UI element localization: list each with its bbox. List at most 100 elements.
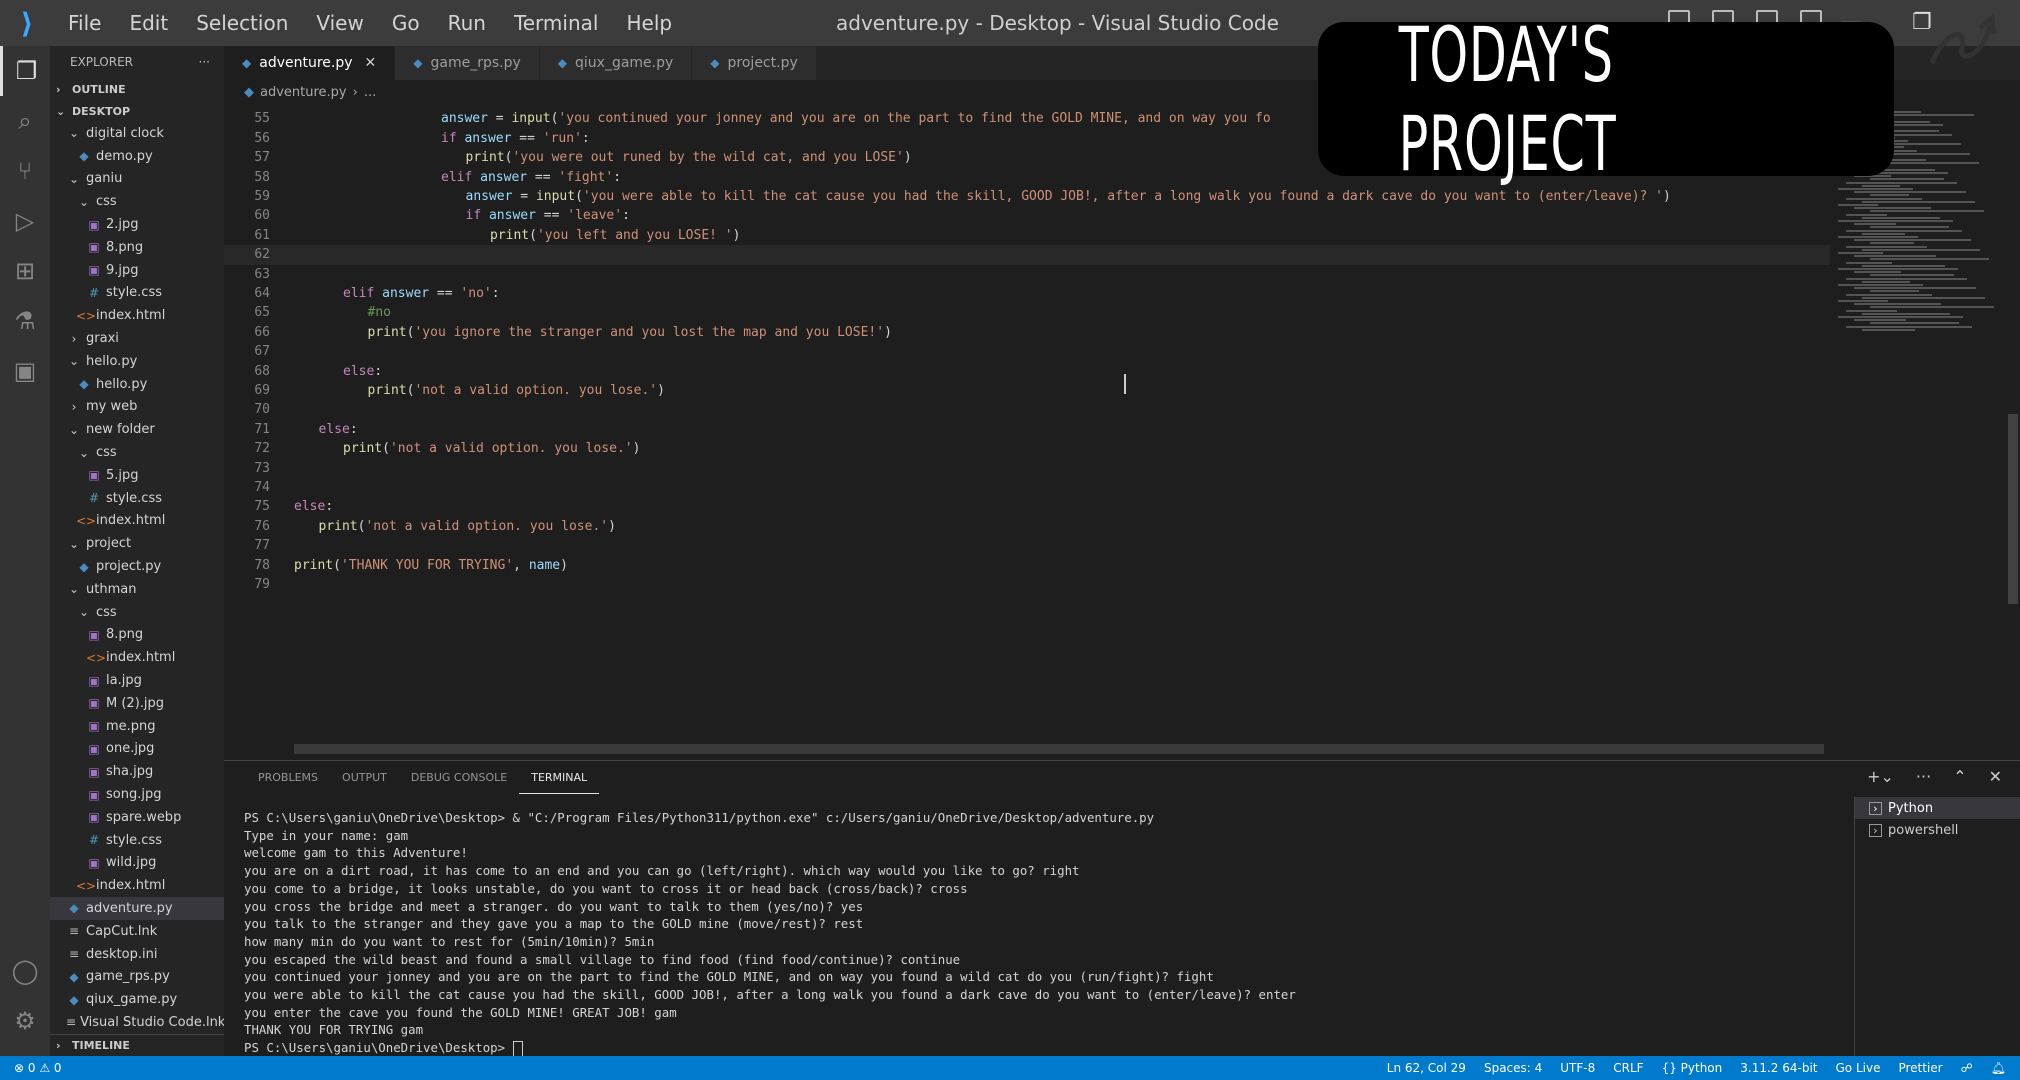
- search-icon[interactable]: ⌕: [0, 96, 50, 146]
- terminal-instance-python[interactable]: › Python: [1855, 797, 2020, 819]
- account-icon[interactable]: ◯: [0, 946, 50, 996]
- tree-item-sha-jpg[interactable]: ▣ sha.jpg: [50, 760, 224, 783]
- tree-item-visual-studio-code-lnk[interactable]: ≡ Visual Studio Code.lnk: [50, 1011, 225, 1034]
- tree-item-style-css[interactable]: # style.css: [50, 487, 224, 510]
- panel-tab-output[interactable]: OUTPUT: [330, 761, 399, 795]
- extensions-icon[interactable]: ⊞: [0, 246, 50, 296]
- menu-item-edit[interactable]: Edit: [115, 0, 182, 46]
- tree-item-ganiu[interactable]: ⌄ ganiu: [50, 168, 224, 191]
- outline-section[interactable]: › OUTLINE: [50, 78, 224, 100]
- tree-item-qiux-game-py[interactable]: ◆ qiux_game.py: [50, 988, 224, 1011]
- menu-item-selection[interactable]: Selection: [182, 0, 302, 46]
- tree-item-adventure-py[interactable]: ◆ adventure.py: [50, 897, 224, 920]
- tree-item-9-jpg[interactable]: ▣ 9.jpg: [50, 259, 224, 282]
- tab-game_rps-py[interactable]: ◆ game_rps.py: [395, 46, 540, 80]
- tree-item-spare-webp[interactable]: ▣ spare.webp: [50, 806, 224, 829]
- more-actions-icon[interactable]: ···: [199, 55, 210, 69]
- source-control-icon[interactable]: ⑂: [0, 146, 50, 196]
- status-item--python[interactable]: {} Python: [1662, 1056, 1723, 1080]
- feedback-icon[interactable]: ☍: [1961, 1056, 1973, 1080]
- menu-item-run[interactable]: Run: [434, 0, 500, 46]
- tree-item-game-rps-py[interactable]: ◆ game_rps.py: [50, 965, 224, 988]
- tab-project-py[interactable]: ◆ project.py: [692, 46, 817, 80]
- new-terminal-icon[interactable]: +⌄: [1867, 767, 1894, 786]
- menu-item-help[interactable]: Help: [612, 0, 686, 46]
- tree-item-me-png[interactable]: ▣ me.png: [50, 715, 224, 738]
- tree-item-project[interactable]: ⌄ project: [50, 532, 224, 555]
- explorer-icon[interactable]: ❐: [0, 46, 50, 96]
- tree-item-hello-py[interactable]: ⌄ hello.py: [50, 350, 224, 373]
- status-item-go-live[interactable]: Go Live: [1836, 1056, 1881, 1080]
- maximize-panel-icon[interactable]: ⌃: [1953, 767, 1966, 786]
- status-item-utf-8[interactable]: UTF-8: [1560, 1056, 1595, 1080]
- scroll-thumb[interactable]: [2008, 414, 2018, 604]
- tree-item-demo-py[interactable]: ◆ demo.py: [50, 145, 224, 168]
- tree-item-hello-py[interactable]: ◆ hello.py: [50, 373, 224, 396]
- timeline-section[interactable]: › TIMELINE: [50, 1034, 224, 1056]
- tree-item-label: style.css: [106, 832, 162, 848]
- testing-icon[interactable]: ⚗: [0, 296, 50, 346]
- terminal-output[interactable]: PS C:\Users\ganiu\OneDrive\Desktop> & "C…: [244, 809, 1854, 1057]
- more-actions-icon[interactable]: ···: [1916, 767, 1931, 786]
- breadcrumb-rest[interactable]: ...: [364, 85, 376, 100]
- tree-item-project-py[interactable]: ◆ project.py: [50, 555, 224, 578]
- vertical-scrollbar[interactable]: [2006, 104, 2020, 754]
- panel-tab-debug-console[interactable]: DEBUG CONSOLE: [399, 761, 519, 795]
- tree-item-5-jpg[interactable]: ▣ 5.jpg: [50, 464, 224, 487]
- line-number: 69: [254, 383, 270, 398]
- tree-item-digital-clock[interactable]: ⌄ digital clock: [50, 122, 224, 145]
- tree-item-index-html[interactable]: <> index.html: [50, 646, 224, 669]
- gear-icon[interactable]: ⚙: [0, 996, 50, 1046]
- tree-item-uthman[interactable]: ⌄ uthman: [50, 578, 224, 601]
- tab-adventure-py[interactable]: ◆ adventure.py ✕: [224, 46, 396, 80]
- status-item-ln-62-col-29[interactable]: Ln 62, Col 29: [1387, 1056, 1466, 1080]
- tree-item-m-2-jpg[interactable]: ▣ M (2).jpg: [50, 692, 224, 715]
- tree-item-css[interactable]: ⌄ css: [50, 441, 224, 464]
- horizontal-scrollbar[interactable]: [294, 744, 1824, 754]
- close-icon[interactable]: ✕: [365, 55, 377, 71]
- chevron-right-icon: ›: [56, 82, 61, 96]
- breadcrumb-file[interactable]: adventure.py: [260, 85, 347, 100]
- tab-qiux_game-py[interactable]: ◆ qiux_game.py: [539, 46, 693, 80]
- problems-count[interactable]: ⊗ 0 ⚠ 0: [0, 1061, 62, 1075]
- desktop-section[interactable]: ⌄ DESKTOP: [50, 100, 224, 122]
- status-item-spaces-4[interactable]: Spaces: 4: [1484, 1056, 1542, 1080]
- tree-item-css[interactable]: ⌄ css: [50, 190, 224, 213]
- menu-item-go[interactable]: Go: [378, 0, 434, 46]
- tree-item-2-jpg[interactable]: ▣ 2.jpg: [50, 213, 224, 236]
- tree-item-8-png[interactable]: ▣ 8.png: [50, 236, 224, 259]
- tree-item-css[interactable]: ⌄ css: [50, 601, 224, 624]
- tree-item-song-jpg[interactable]: ▣ song.jpg: [50, 783, 224, 806]
- menu-item-view[interactable]: View: [302, 0, 377, 46]
- tree-item-graxi[interactable]: › graxi: [50, 327, 224, 350]
- tree-item-my-web[interactable]: › my web: [50, 396, 224, 419]
- remote-explorer-icon[interactable]: ▣: [0, 346, 50, 396]
- tree-item-capcut-lnk[interactable]: ≡ CapCut.lnk: [50, 920, 224, 943]
- panel-tab-terminal[interactable]: TERMINAL: [519, 763, 600, 794]
- tree-item-one-jpg[interactable]: ▣ one.jpg: [50, 738, 224, 761]
- tree-item-8-png[interactable]: ▣ 8.png: [50, 624, 224, 647]
- tree-item-la-jpg[interactable]: ▣ la.jpg: [50, 669, 224, 692]
- menu-item-file[interactable]: File: [54, 0, 115, 46]
- run-debug-icon[interactable]: ▷: [0, 196, 50, 246]
- code-token: elif: [441, 169, 481, 185]
- minimap-line: [1870, 226, 1949, 229]
- tree-item-style-css[interactable]: # style.css: [50, 829, 224, 852]
- status-item-3-11-2-64-bit[interactable]: 3.11.2 64-bit: [1740, 1056, 1817, 1080]
- panel-tab-problems[interactable]: PROBLEMS: [246, 761, 330, 795]
- tree-item-wild-jpg[interactable]: ▣ wild.jpg: [50, 852, 224, 875]
- notifications-icon[interactable]: 🔔︎: [1991, 1056, 2006, 1080]
- terminal-instance-powershell[interactable]: › powershell: [1855, 819, 2020, 841]
- tree-item-index-html[interactable]: <> index.html: [50, 304, 224, 327]
- tree-item-index-html[interactable]: <> index.html: [50, 510, 224, 533]
- menu-item-terminal[interactable]: Terminal: [500, 0, 613, 46]
- tree-item-style-css[interactable]: # style.css: [50, 282, 224, 305]
- code-editor[interactable]: 54elif answer == 'continue':55answer = i…: [224, 104, 1830, 754]
- tree-item-new-folder[interactable]: ⌄ new folder: [50, 418, 224, 441]
- status-item-prettier[interactable]: Prettier: [1898, 1056, 1942, 1080]
- tree-item-desktop-ini[interactable]: ≡ desktop.ini: [50, 943, 224, 966]
- status-item-crlf[interactable]: CRLF: [1613, 1056, 1643, 1080]
- minimap[interactable]: [1830, 104, 2010, 754]
- tree-item-index-html[interactable]: <> index.html: [50, 874, 224, 897]
- close-panel-icon[interactable]: ✕: [1989, 767, 2002, 786]
